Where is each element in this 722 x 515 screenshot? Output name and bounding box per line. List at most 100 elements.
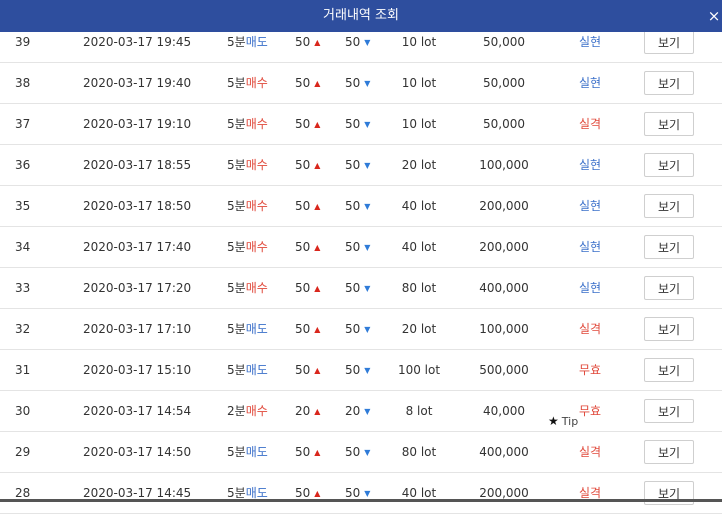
row-number: 32 — [15, 322, 31, 336]
row-amount: 100,000 — [479, 158, 529, 172]
row-amount: 200,000 — [479, 199, 529, 213]
triangle-down-icon: ▼ — [364, 284, 371, 293]
row-datetime: 2020-03-17 18:50 — [83, 199, 192, 213]
row-value-up: 50 ▲ — [295, 432, 320, 472]
row-side: 매수 — [245, 404, 268, 418]
triangle-up-icon: ▲ — [314, 161, 321, 170]
table-row: 33 2020-03-17 17:20 5분매수 50 ▲ 50 ▼ 80 lot 400,00… — [0, 268, 722, 309]
view-button[interactable]: 보기 — [644, 440, 694, 464]
row-amount: 40,000 — [483, 404, 525, 418]
triangle-up-icon: ▲ — [314, 79, 321, 88]
row-result: 실현 — [578, 281, 602, 295]
triangle-up-icon: ▲ — [314, 448, 321, 457]
dialog-title: 거래내역 조회 — [323, 8, 399, 23]
view-button[interactable]: 보기 — [644, 71, 694, 95]
triangle-down-icon: ▼ — [364, 243, 371, 252]
row-number: 34 — [15, 240, 31, 254]
view-button[interactable]: 보기 — [644, 317, 694, 341]
row-side: 매수 — [245, 199, 268, 213]
tip-hint[interactable]: ★ Tip — [548, 414, 578, 429]
table-row: 38 2020-03-17 19:40 5분매수 50 ▲ 50 ▼ 10 lot 50,000… — [0, 63, 722, 104]
triangle-up-icon: ▲ — [314, 120, 321, 129]
triangle-down-icon: ▼ — [364, 202, 371, 211]
row-value-up-number: 50 — [295, 76, 311, 90]
row-value-down-number: 50 — [345, 281, 361, 295]
row-number: 35 — [15, 199, 31, 213]
row-period: 5분 — [227, 158, 246, 172]
row-value-up: 50 ▲ — [295, 473, 320, 513]
row-trade-type: 5분매수 — [227, 268, 268, 308]
row-side: 매수 — [245, 240, 268, 254]
view-button[interactable]: 보기 — [644, 153, 694, 177]
table-row: 30 2020-03-17 14:54 2분매수 20 ▲ 20 ▼ 8 lot 40,000 무… — [0, 391, 722, 432]
triangle-down-icon: ▼ — [364, 489, 371, 498]
table-row: 31 2020-03-17 15:10 5분매도 50 ▲ 50 ▼ 100 lot 500,0… — [0, 350, 722, 391]
row-value-up: 50 ▲ — [295, 227, 320, 267]
row-value-up-number: 50 — [295, 117, 311, 131]
row-lot: 10 lot — [401, 76, 437, 90]
view-button[interactable]: 보기 — [644, 399, 694, 423]
row-amount: 400,000 — [479, 281, 529, 295]
row-datetime: 2020-03-17 19:10 — [83, 117, 192, 131]
row-value-up-number: 50 — [295, 35, 311, 49]
row-side: 매수 — [245, 158, 268, 172]
row-value-down-number: 50 — [345, 158, 361, 172]
row-number: 33 — [15, 281, 31, 295]
row-side: 매수 — [245, 76, 268, 90]
row-amount: 50,000 — [483, 117, 525, 131]
row-side: 매도 — [245, 445, 268, 459]
row-value-down-number: 50 — [345, 486, 361, 500]
row-number: 29 — [15, 445, 31, 459]
triangle-up-icon: ▲ — [314, 489, 321, 498]
table-row: 28 2020-03-17 14:45 5분매도 50 ▲ 50 ▼ 40 lot 200,00… — [0, 473, 722, 514]
row-side: 매도 — [245, 322, 268, 336]
table-row: 37 2020-03-17 19:10 5분매수 50 ▲ 50 ▼ 10 lot 50,000… — [0, 104, 722, 145]
row-trade-type: 5분매수 — [227, 227, 268, 267]
view-button[interactable]: 보기 — [644, 358, 694, 382]
row-datetime: 2020-03-17 18:55 — [83, 158, 192, 172]
row-datetime: 2020-03-17 17:10 — [83, 322, 192, 336]
row-value-down: 50 ▼ — [345, 104, 370, 144]
row-datetime: 2020-03-17 14:54 — [83, 404, 192, 418]
row-datetime: 2020-03-17 17:20 — [83, 281, 192, 295]
triangle-down-icon: ▼ — [364, 79, 371, 88]
view-button[interactable]: 보기 — [644, 276, 694, 300]
triangle-down-icon: ▼ — [364, 120, 371, 129]
row-value-down: 20 ▼ — [345, 391, 370, 431]
triangle-up-icon: ▲ — [314, 38, 321, 47]
row-value-up-number: 50 — [295, 199, 311, 213]
close-icon[interactable]: × — [707, 7, 721, 25]
triangle-down-icon: ▼ — [364, 161, 371, 170]
table-row: 35 2020-03-17 18:50 5분매수 50 ▲ 50 ▼ 40 lot 200,00… — [0, 186, 722, 227]
view-button[interactable]: 보기 — [644, 30, 694, 54]
row-lot: 20 lot — [401, 322, 437, 336]
row-trade-type: 5분매도 — [227, 432, 268, 472]
row-lot: 40 lot — [401, 486, 437, 500]
row-value-down-number: 50 — [345, 199, 361, 213]
row-trade-type: 5분매도 — [227, 350, 268, 390]
row-trade-type: 5분매수 — [227, 186, 268, 226]
view-button[interactable]: 보기 — [644, 194, 694, 218]
row-value-down: 50 ▼ — [345, 432, 370, 472]
row-lot: 20 lot — [401, 158, 437, 172]
row-value-down: 50 ▼ — [345, 268, 370, 308]
row-amount: 500,000 — [479, 363, 529, 377]
row-number: 37 — [15, 117, 31, 131]
row-period: 5분 — [227, 445, 246, 459]
triangle-up-icon: ▲ — [314, 407, 321, 416]
row-value-up: 50 ▲ — [295, 145, 320, 185]
row-value-down: 50 ▼ — [345, 227, 370, 267]
row-value-down-number: 50 — [345, 363, 361, 377]
row-number: 36 — [15, 158, 31, 172]
row-value-down: 50 ▼ — [345, 309, 370, 349]
row-value-up-number: 50 — [295, 322, 311, 336]
row-side: 매수 — [245, 117, 268, 131]
row-amount: 200,000 — [479, 240, 529, 254]
row-lot: 80 lot — [401, 445, 437, 459]
view-button[interactable]: 보기 — [644, 235, 694, 259]
row-value-up-number: 50 — [295, 281, 311, 295]
trade-history-list: 39 2020-03-17 19:45 5분매도 50 ▲ 50 ▼ 10 lot 50,000… — [0, 22, 722, 514]
view-button[interactable]: 보기 — [644, 112, 694, 136]
row-side: 매도 — [245, 35, 268, 49]
triangle-up-icon: ▲ — [314, 243, 321, 252]
